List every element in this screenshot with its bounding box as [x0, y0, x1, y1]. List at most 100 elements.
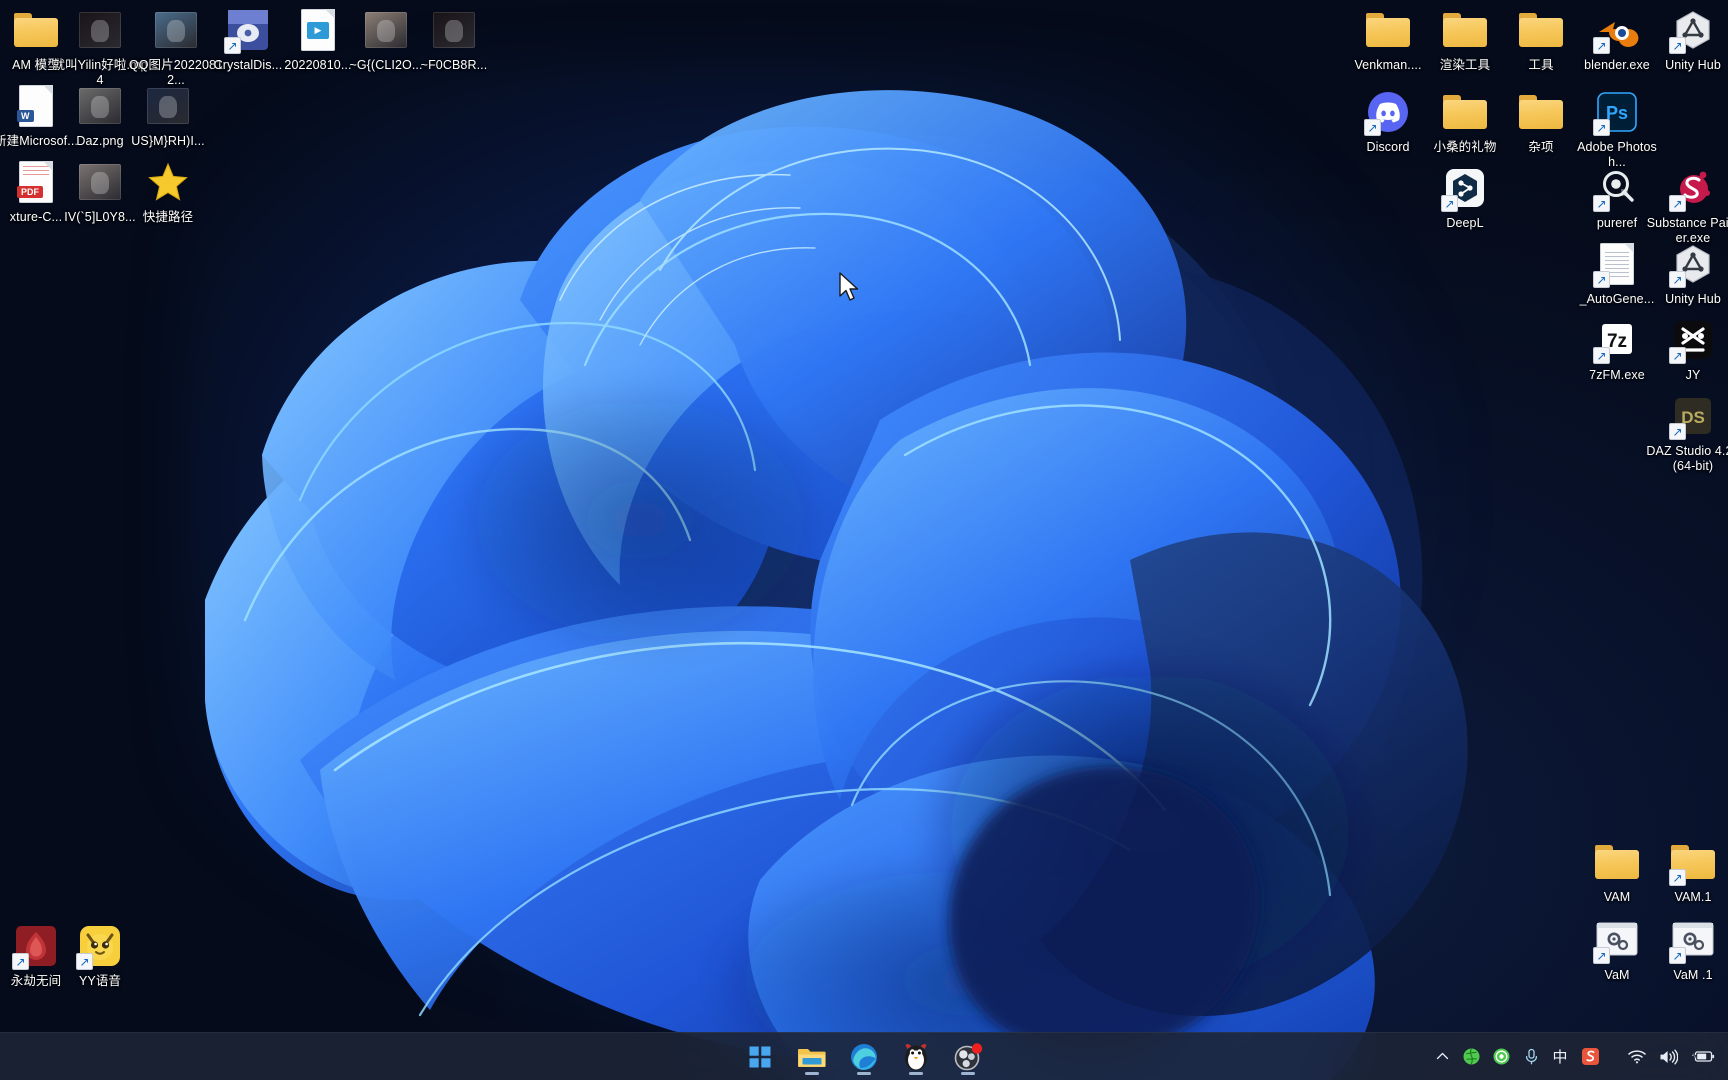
wallpaper-bloom-artwork [205, 90, 1468, 1080]
folder-icon [1593, 838, 1641, 886]
discord-icon [1364, 88, 1412, 136]
shortcut-overlay-icon [1593, 119, 1610, 136]
crystaldiskinfo-icon [224, 6, 272, 54]
microphone-icon[interactable] [1518, 1040, 1544, 1074]
shortcut-overlay-icon [1669, 271, 1686, 288]
desktop[interactable]: AM 模型 就叫Yilin好啦.mp4 QQ图片20220812...Cryst… [0, 0, 1728, 1080]
shortcut-overlay-icon [1669, 423, 1686, 440]
folder-graphic [1519, 95, 1563, 129]
thumbnail-graphic [365, 12, 407, 48]
thumbnail-graphic [79, 164, 121, 200]
start-button[interactable] [738, 1037, 782, 1077]
shortcut-overlay-icon [1364, 119, 1381, 136]
desktop-icon-label: pureref [1596, 216, 1638, 230]
thumbnail-graphic [147, 88, 189, 124]
desktop-icon-label: VAM.1 [1674, 890, 1712, 904]
ime-indicator[interactable]: 中 [1547, 1040, 1573, 1074]
desktop-icon-label: VaM [1604, 968, 1630, 982]
folder-graphic [1595, 845, 1639, 879]
app-settings-icon [1593, 916, 1641, 964]
image-thumbnail-icon [362, 6, 410, 54]
taskbar[interactable]: 中 [0, 1032, 1728, 1080]
pureref-icon [1593, 164, 1641, 212]
desktop-icon-label: Unity Hub [1665, 58, 1721, 72]
shortcut-overlay-icon [1669, 869, 1686, 886]
desktop-icon-label: Venkman.... [1354, 58, 1422, 72]
video-file-icon: ▶ [294, 6, 342, 54]
shortcut-overlay-icon [1593, 37, 1610, 54]
desktop-icon[interactable]: Unity Hub [1645, 6, 1728, 73]
nvidia-tray-icon[interactable] [1458, 1040, 1485, 1074]
image-thumbnail-icon [430, 6, 478, 54]
thumbnail-graphic [79, 88, 121, 124]
edge-icon [851, 1043, 877, 1070]
running-indicator [961, 1071, 975, 1075]
desktop-wallpaper [0, 0, 1728, 1080]
star-icon [144, 158, 192, 206]
photoshop-icon: Ps [1593, 88, 1641, 136]
desktop-icon[interactable]: DeepL [1417, 164, 1513, 231]
folder-icon [1441, 6, 1489, 54]
desktop-icon[interactable]: Unity Hub [1645, 240, 1728, 307]
desktop-icon-label: 杂项 [1528, 140, 1554, 154]
yy-voice-icon [76, 922, 124, 970]
desktop-icon[interactable]: YY语音 [52, 922, 148, 989]
desktop-icon[interactable]: DS DAZ Studio 4.20 (64-bit) [1645, 392, 1728, 474]
desktop-icon[interactable]: ~F0CB8R... [406, 6, 502, 73]
sogou-input-icon[interactable] [1576, 1040, 1605, 1074]
edge-button[interactable] [842, 1037, 886, 1077]
wifi-icon[interactable] [1623, 1040, 1651, 1074]
unity-hub-icon [1669, 6, 1717, 54]
folder-graphic [1519, 13, 1563, 47]
shortcut-overlay-icon [1441, 195, 1458, 212]
volume-icon[interactable] [1654, 1040, 1683, 1074]
desktop-icon-label: 工具 [1528, 58, 1554, 72]
deepl-icon [1441, 164, 1489, 212]
desktop-icon-label: VaM .1 [1673, 968, 1713, 982]
system-tray[interactable]: 中 [1429, 1033, 1720, 1080]
radar-green-icon [1493, 1048, 1510, 1065]
desktop-icon-label: 快捷路径 [142, 210, 194, 224]
file-explorer-button[interactable] [790, 1037, 834, 1077]
desktop-icon-label: ~F0CB8R... [420, 58, 488, 72]
video-thumbnail-icon [76, 6, 124, 54]
app-settings-icon [1669, 916, 1717, 964]
sogou-s-icon [1582, 1048, 1599, 1065]
desktop-icon-label: YY语音 [78, 974, 122, 988]
image-thumbnail-icon [76, 82, 124, 130]
folder-icon [1364, 6, 1412, 54]
folder-graphic [1443, 95, 1487, 129]
network-monitor-icon[interactable] [1488, 1040, 1515, 1074]
shortcut-overlay-icon [1593, 347, 1610, 364]
desktop-icon-label: 小桑的礼物 [1433, 140, 1497, 154]
desktop-icon-label: Unity Hub [1665, 292, 1721, 306]
battery-icon[interactable] [1686, 1040, 1720, 1074]
desktop-icon[interactable]: VaM .1 [1645, 916, 1728, 983]
desktop-icon[interactable]: Substance Painter.exe [1645, 164, 1728, 246]
thumbnail-graphic [433, 12, 475, 48]
desktop-icon-label: US}M}RH)I... [131, 134, 205, 148]
7zip-icon: 7z [1593, 316, 1641, 364]
show-hidden-icons[interactable] [1429, 1040, 1455, 1074]
shortcut-overlay-icon [224, 37, 241, 54]
running-indicator [805, 1071, 819, 1075]
desktop-icon[interactable]: VAM.1 [1645, 838, 1728, 905]
substance-painter-icon [1669, 164, 1717, 212]
document-graphic: ▶ [301, 9, 335, 51]
taskbar-pinned-apps[interactable] [738, 1033, 990, 1080]
shortcut-overlay-icon [1593, 947, 1610, 964]
document-graphic: W [17, 85, 53, 127]
desktop-icon[interactable]: PsAdobe Photosh... [1569, 88, 1665, 170]
shortcut-overlay-icon [1669, 347, 1686, 364]
qq-penguin-icon [905, 1043, 927, 1070]
desktop-icon-label: DAZ Studio 4.20 (64-bit) [1646, 444, 1728, 473]
desktop-icon-label: blender.exe [1584, 58, 1650, 72]
obs-button[interactable] [946, 1037, 990, 1077]
desktop-icon[interactable]: 快捷路径 [120, 158, 216, 225]
shortcut-overlay-icon [1593, 271, 1610, 288]
qq-button[interactable] [894, 1037, 938, 1077]
desktop-icon[interactable]: US}M}RH)I... [120, 82, 216, 149]
desktop-icon[interactable]: JY [1645, 316, 1728, 383]
speaker-icon [1660, 1049, 1678, 1064]
image-thumbnail-icon [144, 82, 192, 130]
